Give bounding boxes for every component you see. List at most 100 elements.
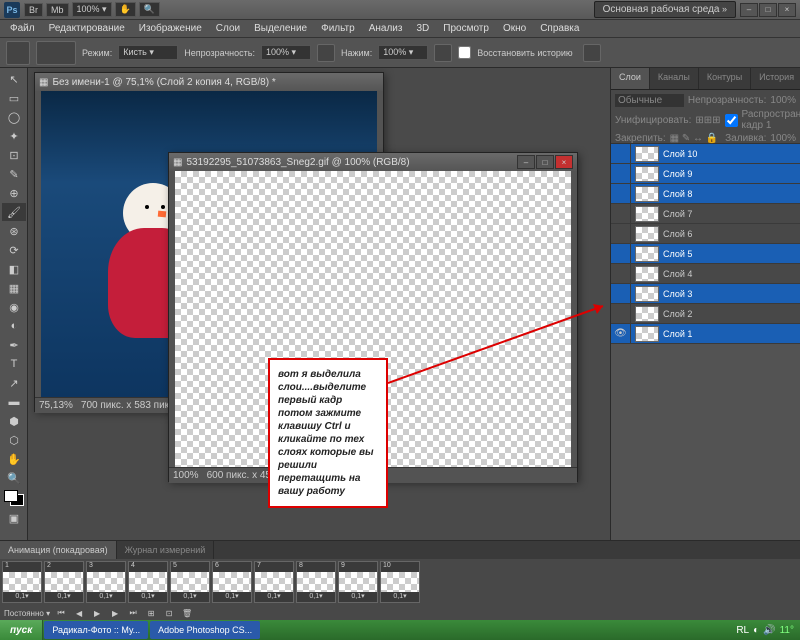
- menu-image[interactable]: Изображение: [133, 21, 208, 36]
- opacity-pressure-icon[interactable]: [317, 44, 335, 62]
- animation-frame[interactable]: 40,1▾: [128, 561, 168, 603]
- opacity-field[interactable]: 100% ▾: [261, 45, 311, 60]
- layer-thumbnail[interactable]: [635, 326, 659, 342]
- workspace-selector[interactable]: Основная рабочая среда »: [594, 1, 736, 18]
- menu-filter[interactable]: Фильтр: [315, 21, 361, 36]
- layer-row[interactable]: Слой 6: [611, 224, 800, 244]
- animation-frame[interactable]: 30,1▾: [86, 561, 126, 603]
- layer-row[interactable]: Слой 5: [611, 244, 800, 264]
- layer-row[interactable]: Слой 3: [611, 284, 800, 304]
- visibility-icon[interactable]: [611, 264, 631, 284]
- eyedropper-tool[interactable]: ✎: [2, 165, 26, 183]
- layer-thumbnail[interactable]: [635, 166, 659, 182]
- layer-row[interactable]: Слой 2: [611, 304, 800, 324]
- tablet-pressure-icon[interactable]: [583, 44, 601, 62]
- history-brush-tool[interactable]: ⟳: [2, 241, 26, 259]
- quickmask-tool[interactable]: ▣: [2, 509, 26, 527]
- shape-tool[interactable]: ▬: [2, 393, 26, 411]
- marquee-tool[interactable]: ▭: [2, 89, 26, 107]
- animation-frame[interactable]: 70,1▾: [254, 561, 294, 603]
- tray-icon[interactable]: 🔊: [763, 625, 775, 636]
- propagate-checkbox[interactable]: [725, 114, 738, 127]
- layer-thumbnail[interactable]: [635, 146, 659, 162]
- layer-row[interactable]: Слой 10: [611, 144, 800, 164]
- tray-icon[interactable]: ◐: [753, 625, 759, 636]
- frame-delay[interactable]: 0,1▾: [297, 592, 335, 602]
- tween-button[interactable]: ⊞: [144, 607, 158, 619]
- mb-button[interactable]: Mb: [46, 3, 69, 17]
- lang-indicator[interactable]: RL: [736, 625, 749, 636]
- type-tool[interactable]: T: [2, 355, 26, 373]
- tool-preset-icon[interactable]: [6, 41, 30, 65]
- visibility-icon[interactable]: [611, 144, 631, 164]
- animation-frame[interactable]: 100,1▾: [380, 561, 420, 603]
- doc2-close[interactable]: ×: [555, 155, 573, 169]
- menu-3d[interactable]: 3D: [410, 21, 435, 36]
- br-button[interactable]: Br: [24, 3, 43, 17]
- visibility-icon[interactable]: [611, 244, 631, 264]
- mode-select[interactable]: Кисть ▾: [118, 45, 178, 60]
- frame-delay[interactable]: 0,1▾: [45, 592, 83, 602]
- path-tool[interactable]: ↗: [2, 374, 26, 392]
- layer-row[interactable]: Слой 9: [611, 164, 800, 184]
- brush-tool[interactable]: 🖌: [2, 203, 26, 221]
- zoom-tool[interactable]: 🔍: [2, 469, 26, 487]
- animation-frame[interactable]: 90,1▾: [338, 561, 378, 603]
- unify-icon[interactable]: ⊞⊞⊞: [695, 115, 720, 126]
- brush-preset-icon[interactable]: [36, 41, 76, 65]
- last-frame-button[interactable]: ⏭: [126, 607, 140, 619]
- next-frame-button[interactable]: ▶: [108, 607, 122, 619]
- frame-delay[interactable]: 0,1▾: [339, 592, 377, 602]
- doc2-titlebar[interactable]: ▦ 53192295_51073863_Sneg2.gif @ 100% (RG…: [169, 153, 577, 171]
- menu-help[interactable]: Справка: [534, 21, 585, 36]
- visibility-icon[interactable]: [611, 164, 631, 184]
- heal-tool[interactable]: ⊕: [2, 184, 26, 202]
- move-tool[interactable]: ↖: [2, 70, 26, 88]
- frame-delay[interactable]: 0,1▾: [129, 592, 167, 602]
- layer-row[interactable]: Слой 7: [611, 204, 800, 224]
- new-frame-button[interactable]: ⊡: [162, 607, 176, 619]
- zoom-icon[interactable]: 🔍: [139, 2, 160, 17]
- 3d-tool[interactable]: ⬢: [2, 412, 26, 430]
- frame-delay[interactable]: 0,1▾: [381, 592, 419, 602]
- doc2-maximize[interactable]: □: [536, 155, 554, 169]
- tab-history[interactable]: История: [751, 68, 800, 89]
- layer-thumbnail[interactable]: [635, 266, 659, 282]
- crop-tool[interactable]: ⊡: [2, 146, 26, 164]
- hand-icon[interactable]: ✋: [115, 2, 136, 17]
- frame-delay[interactable]: 0,1▾: [171, 592, 209, 602]
- tab-animation[interactable]: Анимация (покадровая): [0, 541, 117, 559]
- doc1-zoom[interactable]: 75,13%: [39, 400, 73, 411]
- blur-tool[interactable]: ◉: [2, 298, 26, 316]
- flow-field[interactable]: 100% ▾: [378, 45, 428, 60]
- close-button[interactable]: ×: [778, 3, 796, 17]
- menu-file[interactable]: Файл: [4, 21, 41, 36]
- animation-frame[interactable]: 60,1▾: [212, 561, 252, 603]
- lock-icons[interactable]: ▦ ✎ ↔ 🔒: [670, 133, 719, 144]
- 3d-camera-tool[interactable]: ⬡: [2, 431, 26, 449]
- play-button[interactable]: ▶: [90, 607, 104, 619]
- menu-layers[interactable]: Слои: [210, 21, 246, 36]
- visibility-icon[interactable]: [611, 304, 631, 324]
- layer-fill[interactable]: 100%: [770, 133, 796, 144]
- layer-row[interactable]: Слой 4: [611, 264, 800, 284]
- zoom-field[interactable]: 100% ▾: [72, 2, 112, 17]
- eraser-tool[interactable]: ◧: [2, 260, 26, 278]
- tab-layers[interactable]: Слои: [611, 68, 650, 89]
- frame-delay[interactable]: 0,1▾: [255, 592, 293, 602]
- dodge-tool[interactable]: ◐: [2, 317, 26, 335]
- menu-analysis[interactable]: Анализ: [363, 21, 409, 36]
- animation-frame[interactable]: 50,1▾: [170, 561, 210, 603]
- visibility-icon[interactable]: 👁: [611, 324, 631, 344]
- task-photoshop[interactable]: Adobe Photoshop CS...: [150, 621, 260, 639]
- doc2-minimize[interactable]: –: [517, 155, 535, 169]
- layer-thumbnail[interactable]: [635, 186, 659, 202]
- delete-frame-button[interactable]: 🗑: [180, 607, 194, 619]
- stamp-tool[interactable]: ⊛: [2, 222, 26, 240]
- menu-window[interactable]: Окно: [497, 21, 532, 36]
- restore-checkbox[interactable]: [458, 46, 471, 59]
- color-swatches[interactable]: [4, 490, 24, 506]
- tab-measurements[interactable]: Журнал измерений: [117, 541, 215, 559]
- layer-thumbnail[interactable]: [635, 306, 659, 322]
- doc1-titlebar[interactable]: ▦ Без имени-1 @ 75,1% (Слой 2 копия 4, R…: [35, 73, 383, 91]
